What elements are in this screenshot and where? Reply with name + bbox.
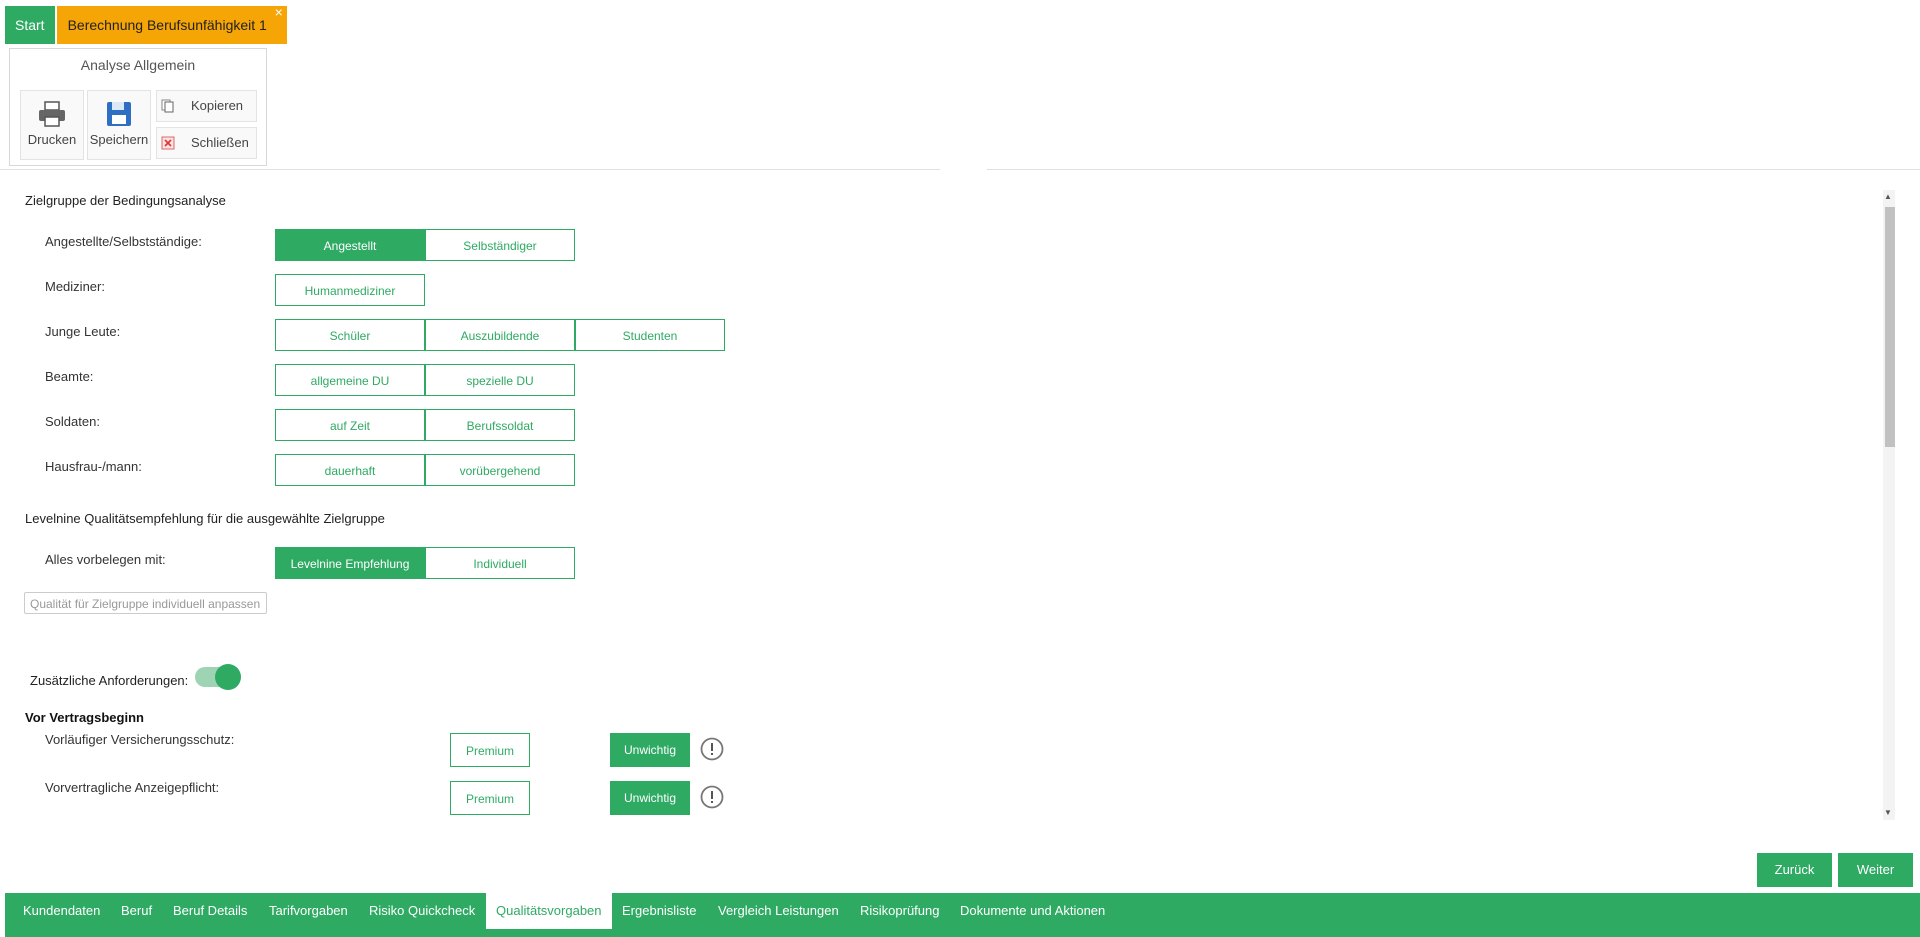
tab-kundendaten[interactable]: Kundendaten	[23, 893, 100, 929]
option-levelnine-empfehlung[interactable]: Levelnine Empfehlung	[275, 547, 425, 579]
option-individuell[interactable]: Individuell	[425, 547, 575, 579]
bottom-nav-bar: Kundendaten Beruf Beruf Details Tarifvor…	[5, 893, 1920, 937]
row-label-hausfrau: Hausfrau-/mann:	[45, 459, 142, 474]
copy-button[interactable]: Kopieren	[156, 90, 257, 122]
row-label-soldaten: Soldaten:	[45, 414, 100, 429]
tab-berechnung[interactable]: Berechnung Berufsunfähigkeit 1 ×	[56, 4, 287, 44]
tab-qualitaetsvorgaben[interactable]: Qualitätsvorgaben	[486, 893, 612, 929]
tab-ergebnisliste[interactable]: Ergebnisliste	[622, 893, 696, 929]
scroll-up-icon[interactable]: ▲	[1884, 192, 1892, 201]
close-doc-label: Schließen	[191, 135, 249, 150]
save-button[interactable]: Speichern	[87, 90, 151, 160]
divider	[0, 169, 940, 170]
option-humanmediziner[interactable]: Humanmediziner	[275, 274, 425, 306]
option-studenten[interactable]: Studenten	[575, 319, 725, 351]
floppy-disk-icon	[107, 102, 131, 126]
copy-label: Kopieren	[191, 98, 244, 113]
tab-bar: Start Berechnung Berufsunfähigkeit 1 ×	[5, 4, 287, 44]
premium-button[interactable]: Premium	[450, 781, 530, 815]
toggle-knob	[215, 664, 241, 690]
qualitaet-title: Levelnine Qualitätsempfehlung für die au…	[25, 511, 385, 526]
tab-vergleich-leistungen[interactable]: Vergleich Leistungen	[718, 893, 839, 929]
row-label-junge-leute: Junge Leute:	[45, 324, 121, 339]
row-label-anzeigepflicht: Vorvertragliche Anzeigepflicht:	[45, 780, 220, 795]
tab-start[interactable]: Start	[5, 6, 55, 44]
printer-icon	[39, 101, 65, 127]
row-label-mediziner: Mediziner:	[45, 279, 105, 294]
tab-beruf-details[interactable]: Beruf Details	[173, 893, 247, 929]
option-selbstaendiger[interactable]: Selbständiger	[425, 229, 575, 261]
row-label-angestellte: Angestellte/Selbstständige:	[45, 234, 202, 249]
tab-risiko-quickcheck[interactable]: Risiko Quickcheck	[369, 893, 475, 929]
close-icon[interactable]: ×	[275, 0, 283, 31]
option-angestellt[interactable]: Angestellt	[275, 229, 425, 261]
unwichtig-button[interactable]: Unwichtig	[610, 781, 690, 815]
scroll-down-icon[interactable]: ▼	[1884, 808, 1892, 817]
option-spezielle-du[interactable]: spezielle DU	[425, 364, 575, 396]
option-dauerhaft[interactable]: dauerhaft	[275, 454, 425, 486]
print-label: Drucken	[27, 132, 77, 147]
zielgruppe-title: Zielgruppe der Bedingungsanalyse	[25, 193, 226, 208]
zusatz-toggle[interactable]	[195, 664, 241, 690]
tab-beruf[interactable]: Beruf	[121, 893, 152, 929]
unwichtig-button[interactable]: Unwichtig	[610, 733, 690, 767]
tab-tarifvorgaben[interactable]: Tarifvorgaben	[269, 893, 348, 929]
exclamation-icon[interactable]	[700, 737, 724, 761]
option-voruebergehend[interactable]: vorübergehend	[425, 454, 575, 486]
option-auf-zeit[interactable]: auf Zeit	[275, 409, 425, 441]
ribbon-panel: Analyse Allgemein Drucken Speichern Kopi…	[9, 48, 267, 166]
option-berufssoldat[interactable]: Berufssoldat	[425, 409, 575, 441]
back-button[interactable]: Zurück	[1757, 853, 1832, 887]
tab-dokumente-aktionen[interactable]: Dokumente und Aktionen	[960, 893, 1105, 929]
close-doc-button[interactable]: Schließen	[156, 127, 257, 159]
save-label: Speichern	[89, 132, 149, 147]
close-red-icon	[161, 136, 175, 150]
row-label-versicherungsschutz: Vorläufiger Versicherungsschutz:	[45, 732, 235, 747]
zusatz-label: Zusätzliche Anforderungen:	[30, 673, 189, 688]
exclamation-icon[interactable]	[700, 785, 724, 809]
premium-button[interactable]: Premium	[450, 733, 530, 767]
option-schueler[interactable]: Schüler	[275, 319, 425, 351]
row-label-vorbelegen: Alles vorbelegen mit:	[45, 552, 166, 567]
option-auszubildende[interactable]: Auszubildende	[425, 319, 575, 351]
next-button[interactable]: Weiter	[1838, 853, 1913, 887]
zielgruppe-quality-input[interactable]: Qualität für Zielgruppe individuell anpa…	[24, 592, 267, 614]
option-allgemeine-du[interactable]: allgemeine DU	[275, 364, 425, 396]
vertrag-title: Vor Vertragsbeginn	[25, 710, 144, 725]
divider	[987, 169, 1920, 170]
ribbon-title: Analyse Allgemein	[80, 57, 196, 73]
row-label-beamte: Beamte:	[45, 369, 94, 384]
copy-icon	[161, 99, 174, 113]
tab-risikopruefung[interactable]: Risikoprüfung	[860, 893, 940, 929]
tab-berechnung-label: Berechnung Berufsunfähigkeit 1	[67, 17, 267, 33]
scrollbar-thumb[interactable]	[1885, 207, 1895, 447]
print-button[interactable]: Drucken	[20, 90, 84, 160]
